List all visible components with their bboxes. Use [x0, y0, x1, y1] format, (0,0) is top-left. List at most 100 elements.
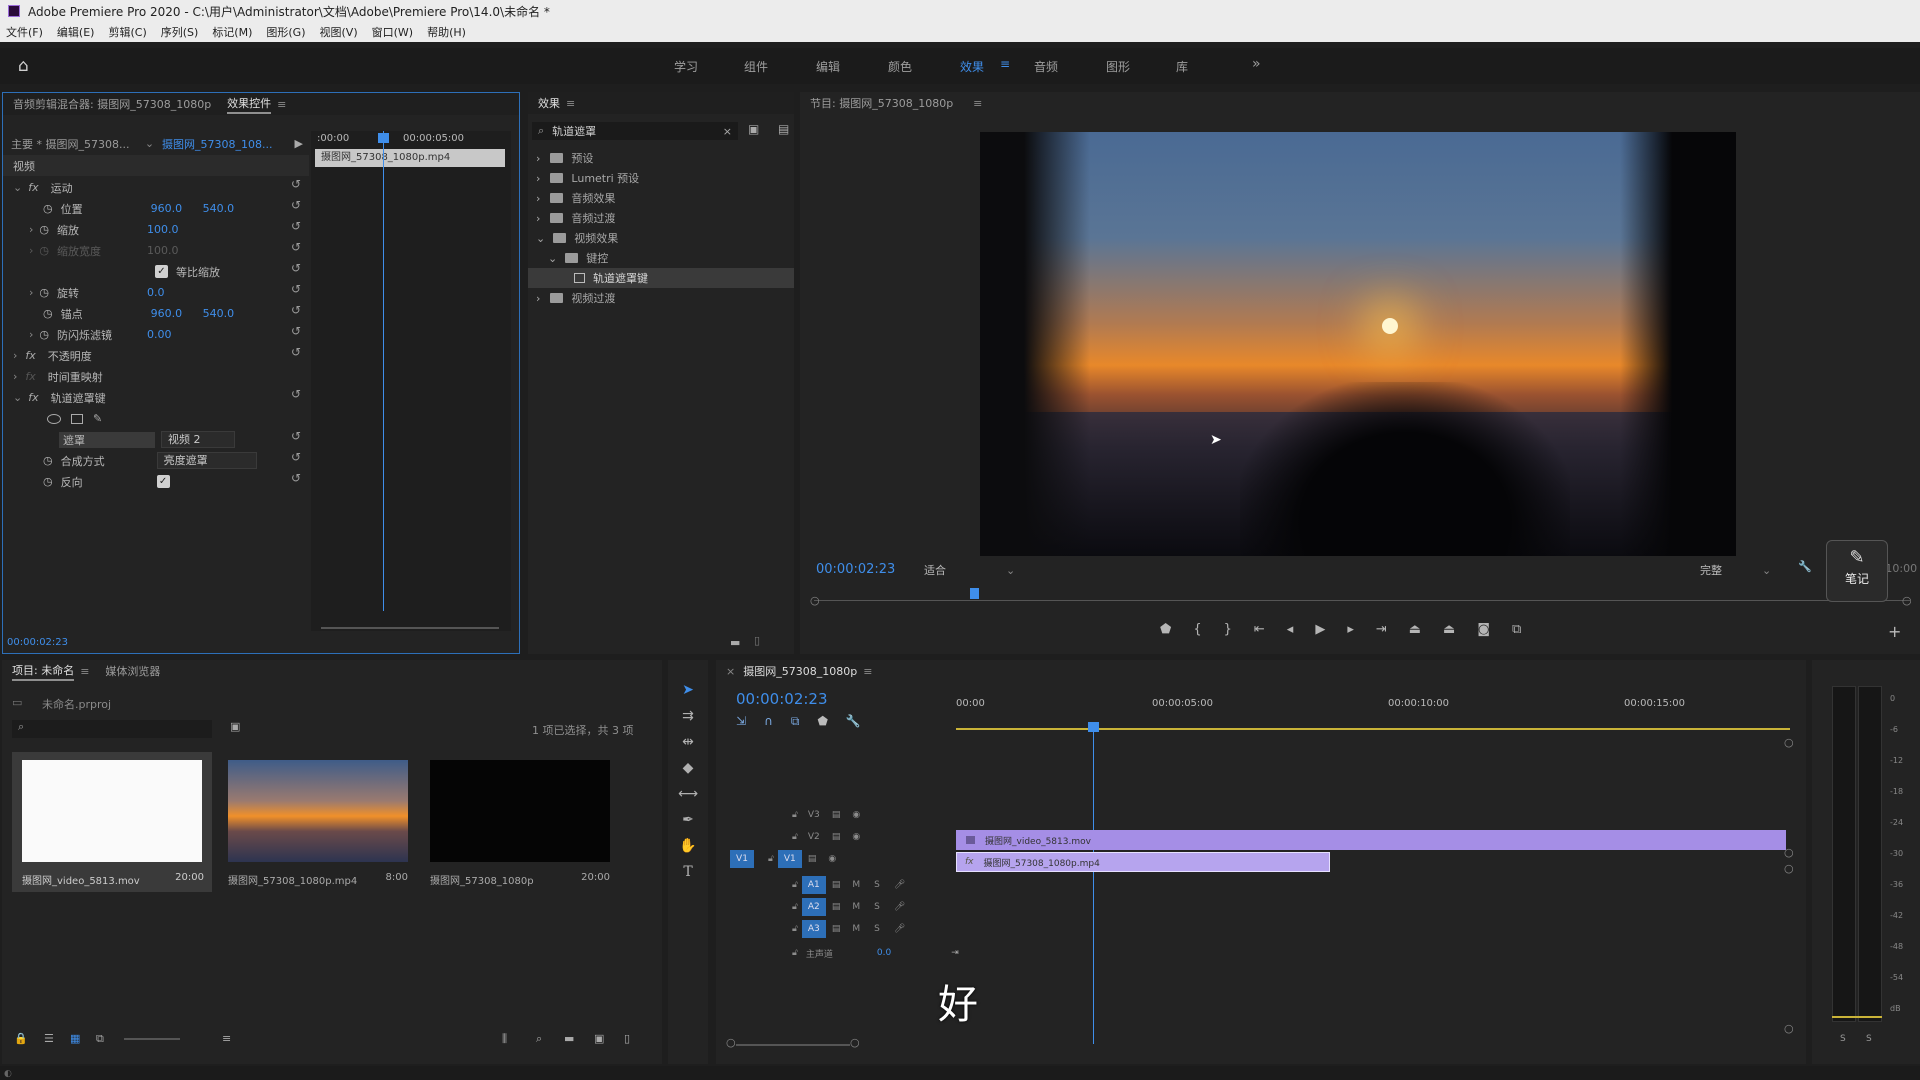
lock-icon[interactable]: 🔓︎ [792, 948, 798, 958]
lift-icon[interactable]: ⏏ [1409, 622, 1421, 637]
rectangle-mask-icon[interactable] [71, 413, 83, 424]
mute-button[interactable]: M [852, 902, 860, 912]
zoom-slider[interactable] [124, 1038, 180, 1040]
pen-tool-icon[interactable]: ✒ [676, 812, 700, 828]
stopwatch-icon[interactable]: ◷ [43, 454, 53, 467]
lock-icon[interactable]: 🔓︎ [792, 880, 798, 890]
menu-edit[interactable]: 编辑(E) [57, 24, 95, 40]
track-label[interactable]: A1 [801, 876, 826, 894]
chevron-right-icon[interactable]: › [536, 172, 540, 185]
ellipse-mask-icon[interactable] [47, 413, 61, 424]
menu-marker[interactable]: 标记(M) [212, 24, 252, 40]
reverse-checkbox[interactable]: ✓ [156, 475, 170, 488]
track-label[interactable]: V3 [802, 806, 826, 824]
notes-button[interactable]: ✎ 笔记 [1826, 540, 1888, 602]
chevron-right-icon[interactable]: › [29, 286, 33, 299]
scrub-end-handle[interactable]: ○ [1902, 594, 1912, 607]
effect-playhead[interactable] [383, 131, 384, 611]
mute-button[interactable]: M [852, 924, 860, 934]
ripple-edit-tool-icon[interactable]: ⇹ [676, 734, 700, 750]
workspace-libraries[interactable]: 库 [1176, 58, 1188, 75]
delete-icon[interactable]: ▤ [778, 122, 789, 136]
razor-tool-icon[interactable]: ◆ [676, 760, 700, 776]
close-icon[interactable]: × [726, 665, 735, 678]
master-clip-label[interactable]: 主要 * 摄图网_57308... [11, 136, 137, 152]
project-search[interactable]: ⌕ [12, 720, 212, 738]
chevron-right-icon[interactable]: › [29, 328, 33, 341]
step-back-icon[interactable]: ◂ [1287, 622, 1294, 637]
stopwatch-icon[interactable]: ◷ [43, 202, 53, 215]
quality-select[interactable]: 完整 ⌄ [1700, 562, 1771, 578]
lock-icon[interactable]: 🔓︎ [792, 902, 798, 912]
horizontal-scrollbar[interactable]: ○ ○ [726, 1036, 866, 1050]
chevron-down-icon[interactable]: ⌄ [548, 252, 557, 265]
vertical-zoom-handle[interactable]: ○ [1784, 1022, 1794, 1035]
sync-lock-icon[interactable]: ▤ [832, 832, 841, 842]
play-icon[interactable]: ▶ [1315, 622, 1325, 637]
scroll-start-handle[interactable]: ○ [726, 1036, 736, 1049]
menu-window[interactable]: 窗口(W) [372, 24, 413, 40]
go-to-out-icon[interactable]: ⇥ [1376, 622, 1387, 637]
chevron-right-icon[interactable]: › [536, 292, 540, 305]
workspace-learn[interactable]: 学习 [674, 58, 698, 75]
project-item[interactable]: 摄图网_57308_1080p 20:00 [422, 752, 618, 892]
chevron-down-icon[interactable]: ⌄ [13, 181, 22, 194]
menu-view[interactable]: 视图(V) [320, 24, 358, 40]
chevron-right-icon[interactable]: › [29, 223, 33, 236]
sync-lock-icon[interactable]: ▤ [808, 854, 817, 864]
solo-button[interactable]: S [874, 924, 880, 934]
add-marker-icon[interactable]: ⬟ [817, 714, 827, 729]
reset-icon[interactable]: ↺ [291, 219, 301, 233]
comparison-view-icon[interactable]: ⧉ [1512, 622, 1521, 637]
sync-lock-icon[interactable]: ▤ [832, 880, 841, 890]
zoom-fit-select[interactable]: 适合 ⌄ [924, 562, 1015, 578]
panel-menu-icon[interactable]: ≡ [277, 98, 286, 111]
pen-mask-icon[interactable]: ✎ [93, 412, 102, 425]
home-icon[interactable]: ⌂ [18, 56, 29, 76]
mute-button[interactable]: M [852, 880, 860, 890]
go-to-end-icon[interactable]: ⇥ [951, 948, 959, 958]
vertical-zoom-handle[interactable]: ○ [1784, 736, 1794, 749]
microphone-icon[interactable]: 🎤︎ [894, 902, 905, 912]
new-search-bin-icon[interactable]: ▣ [230, 720, 240, 733]
chevron-down-icon[interactable]: ⌄ [536, 232, 545, 245]
tree-item-video-transitions[interactable]: › 视频过渡 [528, 288, 794, 308]
mark-out-icon[interactable]: } [1224, 622, 1232, 637]
reset-icon[interactable]: ↺ [291, 324, 301, 338]
project-item[interactable]: 摄图网_video_5813.mov 20:00 [12, 752, 212, 892]
lock-icon[interactable]: 🔓︎ [792, 810, 798, 820]
add-button-icon[interactable]: + [1888, 622, 1901, 641]
tree-item-lumetri-presets[interactable]: › Lumetri 预设 [528, 168, 794, 188]
workspace-color[interactable]: 颜色 [888, 58, 912, 75]
program-title[interactable]: 节目: 摄图网_57308_1080p [810, 95, 953, 111]
reset-icon[interactable]: ↺ [291, 261, 301, 275]
solo-left-button[interactable]: S [1840, 1034, 1846, 1044]
vertical-zoom-handle[interactable]: ○ [1784, 846, 1794, 859]
slip-tool-icon[interactable]: ⟷ [676, 786, 700, 802]
snap-icon[interactable]: ∩ [764, 714, 773, 729]
go-to-in-icon[interactable]: ⇤ [1254, 622, 1265, 637]
workspace-editing[interactable]: 编辑 [816, 58, 840, 75]
tree-item-video-effects[interactable]: ⌄ 视频效果 [528, 228, 794, 248]
export-frame-icon[interactable]: ◙ [1477, 622, 1490, 637]
effect-opacity[interactable]: › fx 不透明度 [3, 345, 92, 366]
new-preset-bin-icon[interactable]: ▣ [748, 122, 759, 136]
tab-media-browser[interactable]: 媒体浏览器 [105, 663, 160, 679]
stopwatch-icon[interactable]: ◷ [43, 475, 53, 488]
tree-item-audio-transitions[interactable]: › 音频过渡 [528, 208, 794, 228]
panel-menu-icon[interactable]: ≡ [973, 97, 982, 110]
new-item-icon[interactable]: ▣ [594, 1032, 604, 1045]
track-label[interactable]: V1 [777, 850, 802, 868]
effect-scroll-track[interactable] [321, 627, 499, 629]
panel-menu-icon[interactable]: ≡ [80, 665, 89, 678]
reset-icon[interactable]: ↺ [291, 450, 301, 464]
timeline-playhead[interactable] [1093, 726, 1094, 1044]
composite-select[interactable]: 亮度遮罩 [156, 452, 257, 469]
tab-effects[interactable]: 效果 [538, 95, 560, 112]
eye-icon[interactable]: ◉ [828, 854, 836, 864]
lock-icon[interactable]: 🔓︎ [792, 832, 798, 842]
timeline-ruler[interactable]: 00:00 00:00:05:00 00:00:10:00 00:00:15:0… [956, 698, 1796, 724]
panel-menu-icon[interactable]: ≡ [566, 97, 575, 110]
eye-icon[interactable]: ◉ [852, 832, 860, 842]
menu-help[interactable]: 帮助(H) [427, 24, 466, 40]
